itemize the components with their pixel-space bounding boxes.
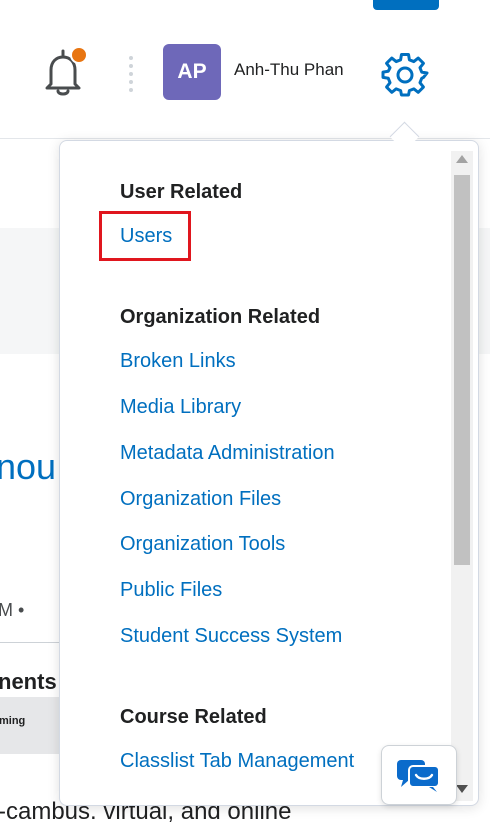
menu-item-public-files[interactable]: Public Files (120, 579, 222, 602)
group-title-course-related: Course Related (120, 706, 267, 728)
avatar[interactable]: AP (163, 44, 221, 100)
menu-item-classlist-tab-management[interactable]: Classlist Tab Management (120, 750, 354, 773)
menu-item-media-library[interactable]: Media Library (120, 396, 241, 419)
group-title-organization-related: Organization Related (120, 306, 321, 328)
header-separator (129, 56, 133, 92)
chat-icon (397, 760, 440, 792)
scroll-thumb[interactable] (454, 175, 470, 565)
gear-icon[interactable] (380, 50, 430, 100)
chat-button[interactable] (381, 745, 457, 805)
strip-label: ming (0, 715, 26, 727)
scroll-down-arrow[interactable] (456, 785, 468, 793)
scroll-up-arrow[interactable] (456, 155, 468, 163)
course-heading[interactable]: nou (0, 446, 56, 488)
top-navbar: AP Anh-Thu Phan (0, 0, 490, 139)
menu-item-student-success-system[interactable]: Student Success System (120, 625, 342, 648)
dropdown-scrollbar[interactable] (451, 151, 473, 801)
group-title-user-related: User Related (120, 181, 243, 203)
notification-badge (70, 46, 88, 64)
menu-item-organization-files[interactable]: Organization Files (120, 488, 281, 511)
menu-item-organization-tools[interactable]: Organization Tools (120, 533, 285, 556)
users-highlight-box (99, 211, 191, 261)
section-heading: nents (0, 669, 57, 694)
menu-item-metadata-administration[interactable]: Metadata Administration (120, 442, 335, 465)
user-name[interactable]: Anh-Thu Phan (234, 60, 344, 80)
active-tab-indicator (373, 0, 439, 10)
course-meta: M • (0, 600, 25, 620)
menu-item-broken-links[interactable]: Broken Links (120, 350, 236, 373)
